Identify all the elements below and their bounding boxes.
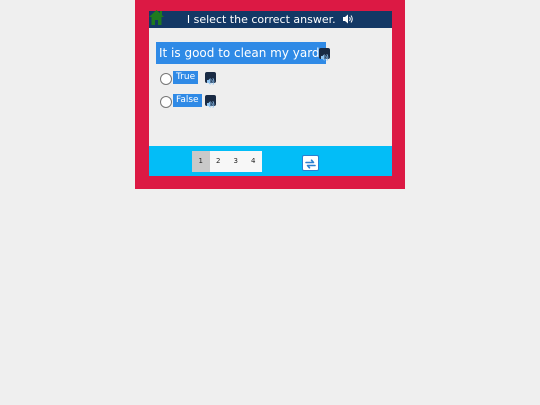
option-false-audio-icon[interactable] (205, 95, 216, 109)
page-3-button[interactable]: 3 (227, 151, 245, 172)
quiz-footer (149, 146, 392, 176)
option-true-audio-icon[interactable] (205, 72, 216, 86)
radio-true[interactable] (160, 73, 172, 85)
option-label-true[interactable]: True (173, 71, 199, 84)
option-label-false[interactable]: False (173, 94, 202, 107)
instruction-bar: I select the correct answer. (149, 11, 392, 28)
question-audio-icon[interactable] (319, 48, 330, 62)
page-4-button[interactable]: 4 (245, 151, 263, 172)
radio-false[interactable] (160, 96, 172, 108)
pagination: 1 2 3 4 (192, 151, 262, 172)
question-text: It is good to clean my yard. (156, 42, 327, 64)
home-icon[interactable] (148, 9, 165, 26)
refresh-icon[interactable] (302, 155, 319, 171)
speaker-icon[interactable] (342, 12, 354, 29)
instruction-title: I select the correct answer. (186, 13, 336, 26)
page-1-button[interactable]: 1 (192, 151, 210, 172)
page-2-button[interactable]: 2 (210, 151, 228, 172)
